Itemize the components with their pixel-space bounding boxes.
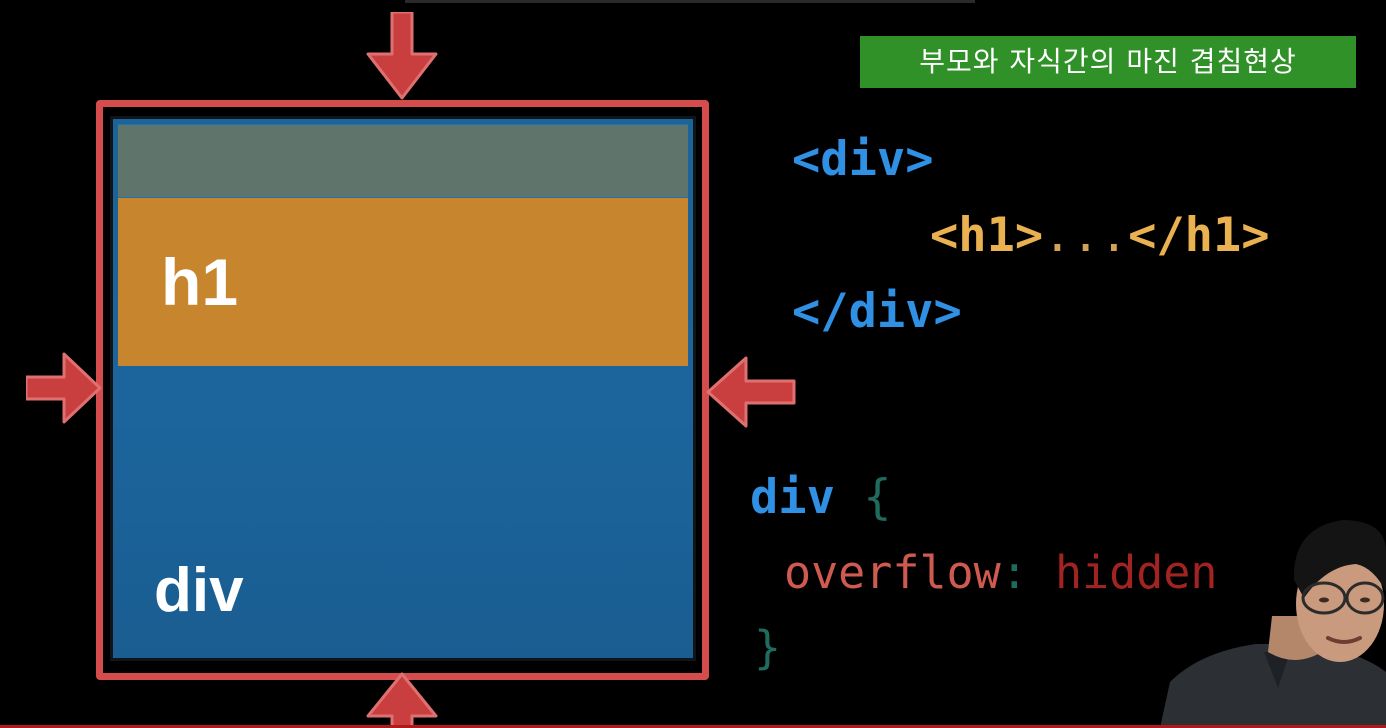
arrow-up-icon <box>366 672 438 728</box>
css-close-brace: } <box>754 621 782 674</box>
arrow-left-icon <box>706 356 796 428</box>
code-token: > <box>1014 208 1044 263</box>
code-token: > <box>1241 208 1270 263</box>
div-box-label: div <box>154 556 244 625</box>
code-token: < <box>792 132 821 187</box>
css-line-declaration: overflow: hidden <box>784 545 1218 601</box>
code-token: > <box>905 132 934 187</box>
css-open-brace: { <box>863 470 892 525</box>
code-token: > <box>933 284 962 339</box>
code-line-open-div: <div> <box>792 130 933 190</box>
code-line-h1: <h1>...</h1> <box>930 206 1270 266</box>
code-token: h1 <box>958 208 1015 263</box>
code-token: h1 <box>1184 208 1242 263</box>
video-frame: 부모와 자식간의 마진 겹침현상 h1 div <div> <h1>...</h… <box>0 0 1386 728</box>
code-line-close-div: </div> <box>792 282 962 342</box>
code-token: < <box>930 208 959 263</box>
css-colon: : <box>1000 546 1028 599</box>
code-token: div <box>848 284 934 339</box>
top-progress-line <box>405 0 975 3</box>
h1-box-label: h1 <box>161 245 239 319</box>
css-line-close: } <box>754 620 781 676</box>
code-token: div <box>820 132 906 187</box>
h1-margin-band <box>118 124 688 199</box>
css-selector: div <box>750 470 835 525</box>
code-token: </ <box>792 284 849 339</box>
css-property: overflow <box>784 546 1001 599</box>
arrow-right-icon <box>26 352 102 424</box>
caption-banner: 부모와 자식간의 마진 겹침현상 <box>860 36 1356 88</box>
code-token: </ <box>1128 208 1185 263</box>
presenter-webcam <box>1160 520 1386 728</box>
css-line-selector: div { <box>750 468 891 528</box>
arrow-down-icon <box>366 12 438 100</box>
code-token: ... <box>1043 208 1129 263</box>
